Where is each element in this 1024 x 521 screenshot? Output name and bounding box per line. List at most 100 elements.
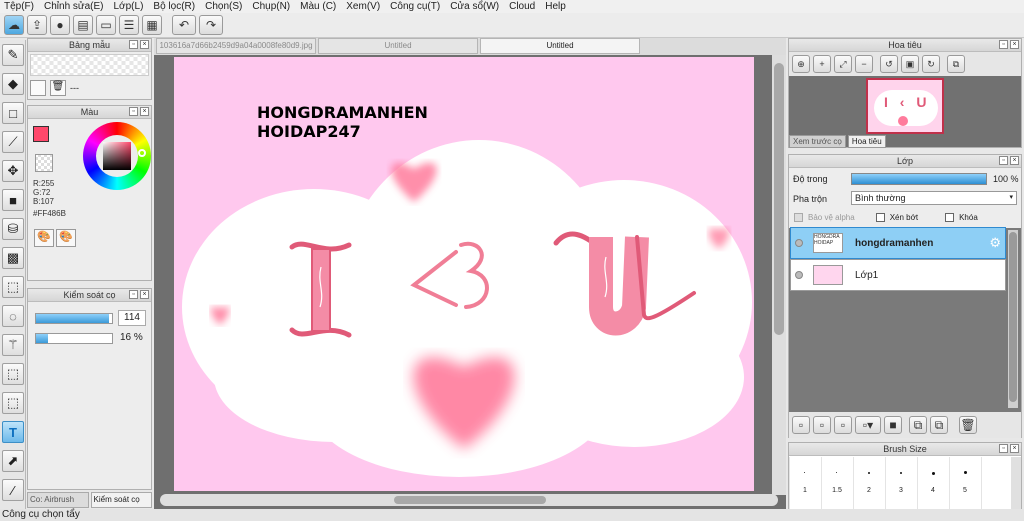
- menu-cloud[interactable]: Cloud: [509, 0, 535, 13]
- visibility-icon[interactable]: [795, 239, 803, 247]
- redo-icon[interactable]: ↷: [199, 15, 223, 35]
- eyedropper-icon[interactable]: ⁄: [2, 479, 24, 501]
- protect-alpha-checkbox[interactable]: [794, 213, 803, 222]
- chat-icon[interactable]: ●: [50, 15, 70, 35]
- menu-window[interactable]: Cửa sổ(W): [450, 0, 499, 13]
- palette-icon[interactable]: 🎨: [34, 229, 54, 247]
- transparent-swatch[interactable]: [35, 154, 53, 172]
- lock-checkbox[interactable]: [945, 213, 955, 222]
- color-wheel[interactable]: [83, 122, 151, 190]
- menu-filter[interactable]: Bộ lọc(R): [153, 0, 195, 13]
- bucket-icon[interactable]: ⛁: [2, 218, 24, 240]
- brush-density-slider[interactable]: [35, 333, 113, 344]
- hue-marker[interactable]: [138, 149, 146, 157]
- select-dotted-icon[interactable]: ⬚: [2, 276, 24, 298]
- canvas-horizontal-scrollbar[interactable]: [160, 494, 778, 506]
- new-layer-folder-icon[interactable]: ▫: [813, 416, 831, 434]
- line-icon[interactable]: ⟋: [2, 131, 24, 153]
- close-icon[interactable]: ×: [140, 40, 149, 49]
- select-eraser-icon[interactable]: ⬚: [2, 392, 24, 414]
- primary-color-swatch[interactable]: [33, 126, 49, 142]
- brush-size-slider[interactable]: [35, 313, 113, 324]
- tab-brush-control[interactable]: Kiểm soát cọ: [90, 492, 152, 508]
- tab-navigator[interactable]: Hoa tiêu: [847, 135, 886, 148]
- fill-rect-icon[interactable]: ■: [2, 189, 24, 211]
- drawing-canvas[interactable]: HONGDRAMANHEN HOIDAP247: [174, 57, 754, 491]
- pointer-icon[interactable]: ⬈: [2, 450, 24, 472]
- tab-airbrush[interactable]: Co: Airbrush: [27, 492, 89, 508]
- horizontal-scroll-thumb[interactable]: [394, 496, 546, 504]
- opacity-slider[interactable]: [851, 173, 987, 185]
- undo-icon[interactable]: ↶: [172, 15, 196, 35]
- document-icon[interactable]: ▭: [96, 15, 116, 35]
- text-icon[interactable]: T: [2, 421, 24, 443]
- tab-untitled-1[interactable]: Untitled: [318, 38, 478, 54]
- panel-float-icon[interactable]: ▫: [999, 40, 1008, 49]
- close-icon[interactable]: ×: [140, 290, 149, 299]
- panel-float-icon[interactable]: ▫: [999, 444, 1008, 453]
- template-icon[interactable]: ▤: [73, 15, 93, 35]
- menu-edit[interactable]: Chỉnh sửa(E): [44, 0, 104, 13]
- navigator-thumbnail[interactable]: I ‹ U: [866, 78, 944, 134]
- grid-icon[interactable]: ▦: [142, 15, 162, 35]
- zoom-out-icon[interactable]: −: [855, 55, 873, 73]
- folder-icon[interactable]: ■: [884, 416, 902, 434]
- close-icon[interactable]: ×: [1010, 444, 1019, 453]
- menu-view[interactable]: Xem(V): [346, 0, 380, 13]
- list-icon[interactable]: ☰: [119, 15, 139, 35]
- magic-wand-icon[interactable]: ⚚: [2, 334, 24, 356]
- select-pen-icon[interactable]: ⬚: [2, 363, 24, 385]
- trash-icon[interactable]: 🗑: [50, 80, 66, 96]
- gradient-icon[interactable]: ▩: [2, 247, 24, 269]
- lasso-icon[interactable]: ◌: [2, 305, 24, 327]
- panel-float-icon[interactable]: ▫: [129, 107, 138, 116]
- visibility-icon[interactable]: [795, 271, 803, 279]
- delete-layer-icon[interactable]: 🗑: [959, 416, 977, 434]
- panel-float-icon[interactable]: ▫: [999, 156, 1008, 165]
- pattern-preview[interactable]: [30, 54, 149, 76]
- copy-layer-icon[interactable]: ▫: [834, 416, 852, 434]
- panel-float-icon[interactable]: ▫: [129, 40, 138, 49]
- rotate-right-icon[interactable]: ↻: [922, 55, 940, 73]
- close-icon[interactable]: ×: [140, 107, 149, 116]
- zoom-in-icon[interactable]: +: [813, 55, 831, 73]
- color-square[interactable]: [103, 142, 131, 170]
- menu-color[interactable]: Màu (C): [300, 0, 336, 13]
- close-icon[interactable]: ×: [1010, 40, 1019, 49]
- zoom-fit-icon[interactable]: ⊕: [792, 55, 810, 73]
- menu-layer[interactable]: Lớp(L): [114, 0, 144, 13]
- tab-brush-preview[interactable]: Xem trước cọ: [789, 135, 846, 148]
- cloud-icon[interactable]: ☁: [4, 15, 24, 35]
- add-layer-menu-icon[interactable]: ▫▾: [855, 416, 881, 434]
- vertical-scroll-thumb[interactable]: [774, 63, 784, 335]
- fit-window-icon[interactable]: ⤢: [834, 55, 852, 73]
- menu-capture[interactable]: Chụp(N): [252, 0, 290, 13]
- rotate-left-icon[interactable]: ↺: [880, 55, 898, 73]
- close-icon[interactable]: ×: [1010, 156, 1019, 165]
- export-icon[interactable]: ⇪: [27, 15, 47, 35]
- duplicate-layer-icon[interactable]: ⧉: [909, 416, 927, 434]
- move-icon[interactable]: ✥: [2, 160, 24, 182]
- eraser-icon[interactable]: ◆: [2, 73, 24, 95]
- menu-tools[interactable]: Công cụ(T): [390, 0, 440, 13]
- layer-row-selected[interactable]: HONGDRA HOIDAP hongdramanhen ⚙: [790, 227, 1006, 259]
- layer-row[interactable]: Lớp1: [790, 259, 1006, 291]
- canvas-vertical-scrollbar[interactable]: [772, 55, 786, 495]
- flip-icon[interactable]: ⧉: [947, 55, 965, 73]
- tab-untitled-2[interactable]: Untitled: [480, 38, 640, 54]
- tab-document-jpg[interactable]: 103616a7d66b2459d9a04a0008fe80d9.jpg: [156, 38, 316, 54]
- panel-float-icon[interactable]: ▫: [129, 290, 138, 299]
- gear-icon[interactable]: ⚙: [989, 235, 1001, 251]
- brush-size-value[interactable]: 114: [118, 310, 146, 326]
- reset-view-icon[interactable]: ▣: [901, 55, 919, 73]
- rectangle-select-icon[interactable]: □: [2, 102, 24, 124]
- new-pattern-icon[interactable]: [30, 80, 46, 96]
- menu-select[interactable]: Chọn(S): [205, 0, 242, 13]
- menu-file[interactable]: Tệp(F): [4, 0, 34, 13]
- palette-settings-icon[interactable]: 🎨: [56, 229, 76, 247]
- layer-scrollbar[interactable]: [1008, 230, 1018, 408]
- merge-layer-icon[interactable]: ⧉: [930, 416, 948, 434]
- menu-help[interactable]: Help: [545, 0, 566, 13]
- clip-checkbox[interactable]: [875, 213, 885, 222]
- brush-icon[interactable]: ✎: [2, 44, 24, 66]
